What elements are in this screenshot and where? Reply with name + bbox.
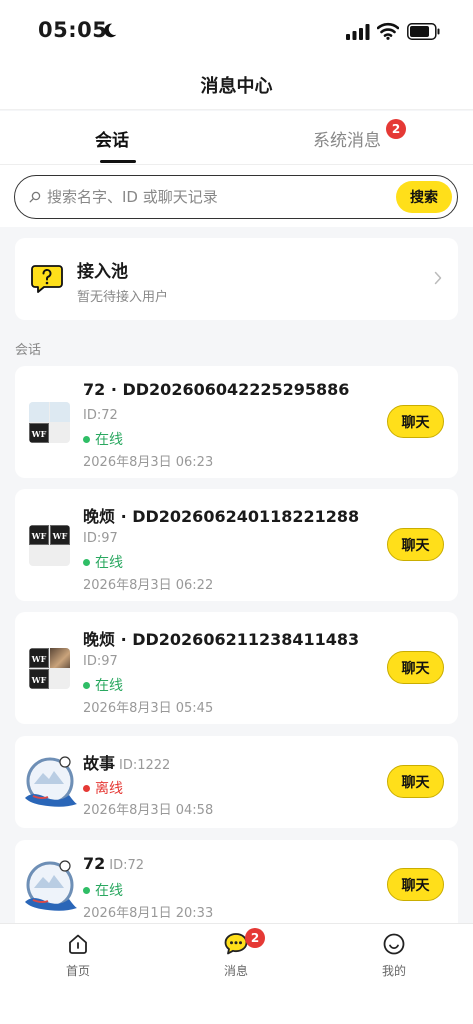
conversation-name-row: 72 ID:72 [83,854,144,873]
status-dot [83,886,90,894]
nav-messages-label: 消息 [223,964,248,978]
search-input[interactable] [47,185,387,209]
chevron-right-icon [434,271,442,285]
nav-home-label: 首页 [65,964,90,978]
conversation-card[interactable]: WF 72 · DD202606042225295886 ID:72 在线 20… [15,366,458,478]
status-time: 05:05 [38,18,108,42]
conversation-id: ID:72 [109,858,145,873]
avatar-tile [50,402,70,422]
conversation-name: 晚烦 · DD202606240118221288 [83,507,360,526]
avatar-logo: WF [50,525,70,545]
conversation-name: 晚烦 · DD202606211238411483 [83,630,360,649]
chat-button[interactable]: 聊天 [387,651,444,684]
conversation-time: 2026年8月3日 05:45 [83,701,214,716]
status-dot [83,784,90,792]
status-dot [83,558,90,566]
status-text: 在线 [95,432,123,448]
nav-profile-label: 我的 [381,964,406,978]
avatar-tile [29,402,49,422]
smile-icon [383,933,405,955]
chat-button[interactable]: 聊天 [387,528,444,561]
avatar-logo: WF [29,423,49,443]
conversation-name-row: 故事 ID:1222 [83,750,170,774]
avatar-logo: WF [29,525,49,545]
conversation-card[interactable]: WF WF 晚烦 · DD202606211238411483 ID:97 在线… [15,612,458,724]
chat-button[interactable]: 聊天 [387,868,444,901]
status-text: 在线 [95,555,123,571]
conversation-time: 2026年8月3日 06:22 [83,578,214,593]
conversation-id: ID:97 [83,531,118,546]
home-icon [69,934,87,954]
section-label-conversations: 会话 [15,343,42,358]
conversation-id: ID:1222 [119,758,171,773]
user-avatar [25,860,77,911]
group-avatar: WF WF [29,648,70,689]
tab-bar: 会话 系统消息 2 [0,111,473,165]
conversation-card[interactable]: WF WF 晚烦 · DD202606240118221288 ID:97 在线… [15,489,458,601]
moon-icon [104,23,117,38]
chat-button[interactable]: 聊天 [387,765,444,798]
search-icon [29,191,41,203]
wifi-icon [377,22,399,40]
status-text: 离线 [95,781,123,797]
conversation-time: 2026年8月1日 20:33 [83,906,214,921]
access-pool-title: 接入池 [77,262,128,282]
online-status: 在线 [83,880,123,900]
conversation-card[interactable]: 72 ID:72 在线 2026年8月1日 20:33 聊天 [15,840,458,932]
help-chat-icon [31,265,63,293]
conversation-name: 故事 [83,754,116,773]
tab-system-messages[interactable]: 系统消息 [313,126,381,151]
nav-header: 消息中心 [0,60,473,110]
nav-home[interactable]: 首页 [38,932,118,979]
conversation-time: 2026年8月3日 04:58 [83,803,214,818]
conversation-card[interactable]: 故事 ID:1222 离线 2026年8月3日 04:58 聊天 [15,736,458,828]
online-status: 在线 [83,552,123,572]
conversation-id: ID:72 [83,408,118,423]
access-pool-subtitle: 暂无待接入用户 [77,290,169,305]
system-messages-badge: 2 [386,119,406,139]
tab-conversations[interactable]: 会话 [95,126,129,151]
status-dot [83,681,90,689]
avatar-photo [50,648,70,668]
access-pool-card[interactable]: 接入池 暂无待接入用户 [15,238,458,320]
online-status: 在线 [83,675,123,695]
avatar-logo: WF [29,648,49,668]
search-bar: 搜索 [0,165,473,227]
status-dot [83,435,90,443]
conversation-name: 72 [83,854,106,873]
conversation-id: ID:97 [83,654,118,669]
online-status: 在线 [83,429,123,449]
conversation-time: 2026年8月3日 06:23 [83,455,214,470]
status-text: 在线 [95,883,123,899]
chat-button[interactable]: 聊天 [387,405,444,438]
search-button[interactable]: 搜索 [396,181,452,213]
messages-badge: 2 [245,928,265,948]
group-avatar: WF WF [29,525,70,566]
user-avatar [25,756,77,807]
battery-icon [407,23,440,40]
cellular-signal-icon [346,24,370,40]
nav-messages[interactable]: 2 消息 [196,928,276,979]
search-box: 搜索 [14,175,458,219]
page-title: 消息中心 [200,76,273,97]
status-text: 在线 [95,678,123,694]
offline-status: 离线 [83,778,123,798]
group-avatar: WF [29,402,70,443]
nav-profile[interactable]: 我的 [354,932,434,979]
conversation-name: 72 · DD202606042225295886 [83,380,350,399]
active-tab-indicator [100,160,136,163]
avatar-logo: WF [29,669,49,689]
status-bar: 05:05 [0,0,473,60]
bottom-nav: 首页 2 消息 我的 [0,923,473,1024]
